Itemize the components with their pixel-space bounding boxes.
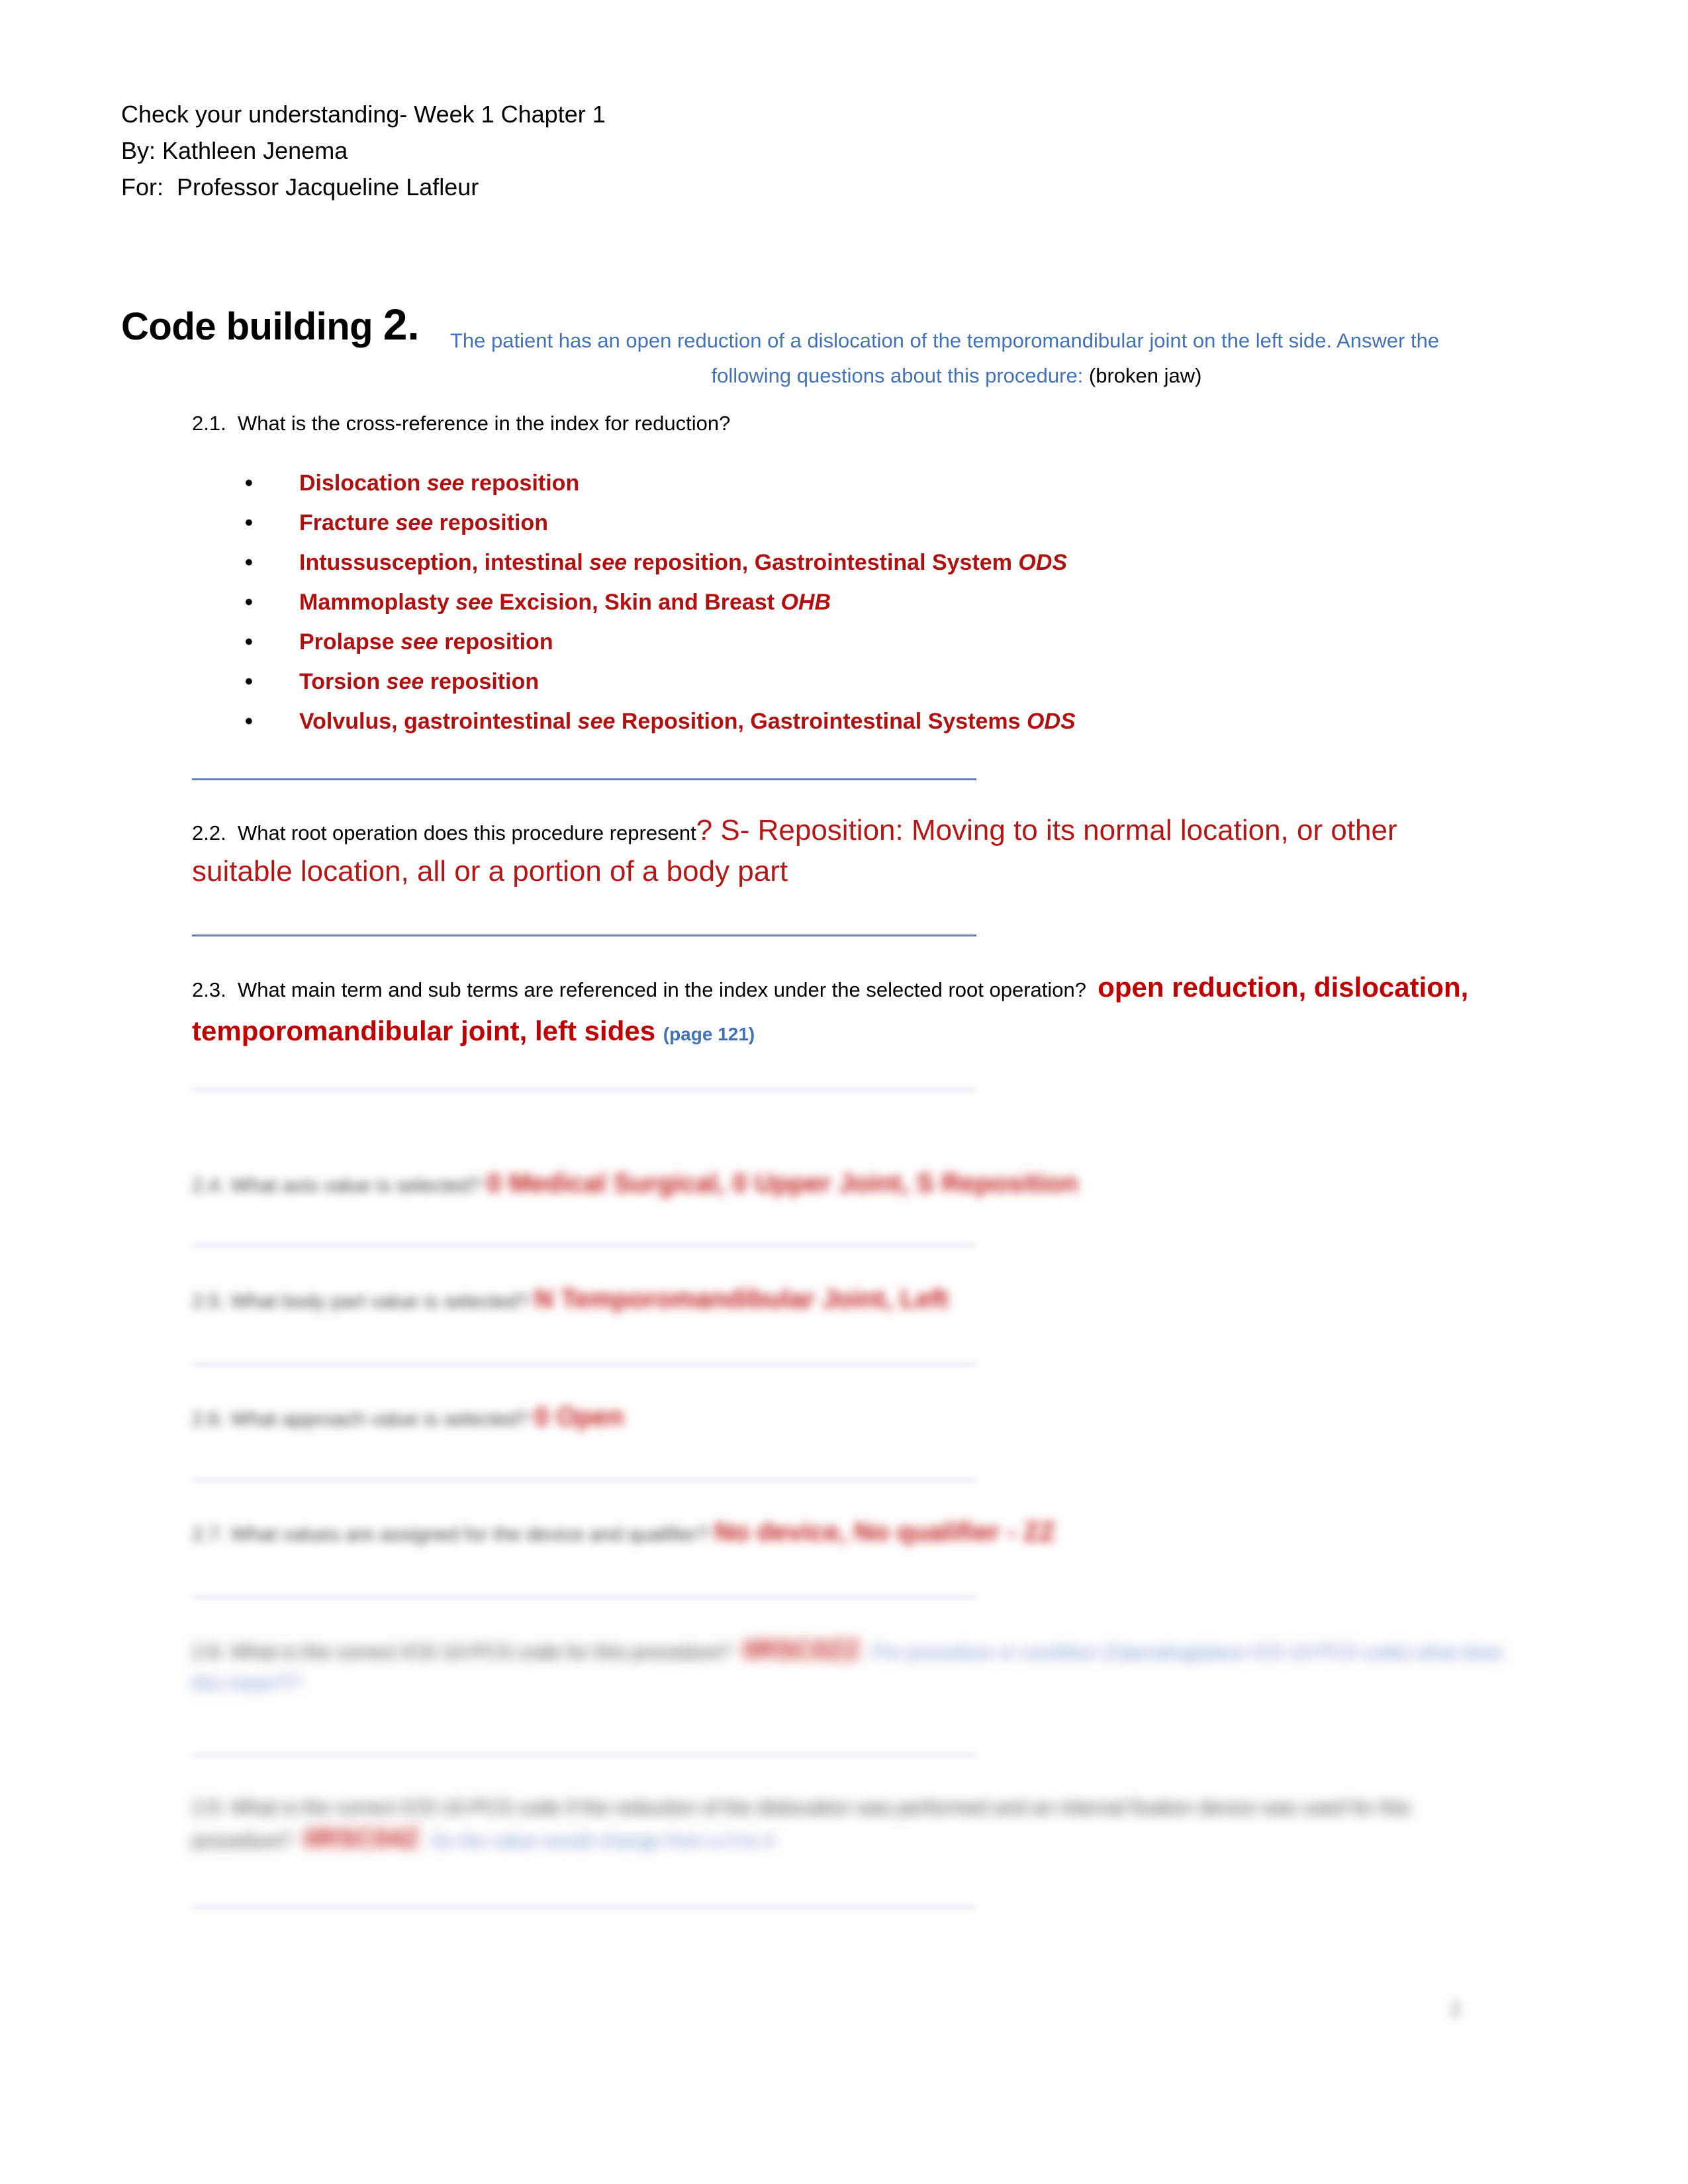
list-item-target: reposition bbox=[464, 471, 580, 496]
question-2-1: 2.1. What is the cross-reference in the … bbox=[192, 408, 1529, 439]
redacted-row: 2.8. What is the correct ICD-10-PCS code… bbox=[192, 1635, 1516, 1700]
redacted-answer: 0 Medical Surgical, 0 Upper Joint, S Rep… bbox=[487, 1169, 1078, 1198]
bullet-icon: • bbox=[245, 629, 253, 655]
list-item: • Volvulus, gastrointestinal see Repositi… bbox=[238, 702, 1496, 741]
list-item: • Torsion see reposition bbox=[238, 662, 1496, 702]
redacted-question: 2.8. What is the correct ICD-10-PCS code… bbox=[192, 1641, 732, 1663]
page-title: Code building bbox=[121, 305, 383, 348]
redacted-answer: N Temporomandibular Joint, Left bbox=[534, 1285, 949, 1314]
bullet-icon: • bbox=[245, 510, 253, 535]
header-line-title: Check your understanding- Week 1 Chapter… bbox=[121, 101, 606, 128]
document-header: Check your understanding- Week 1 Chapter… bbox=[121, 96, 1313, 205]
redacted-answer: No device, No qualifier - ZZ bbox=[714, 1518, 1056, 1547]
bullet-icon: • bbox=[245, 471, 253, 496]
list-item-target: reposition bbox=[438, 629, 553, 655]
list-item-term: Intussusception, intestinal bbox=[299, 550, 590, 575]
answer-2-3-line1: open reduction, dislocation, bbox=[1098, 972, 1469, 1003]
list-item-term: Dislocation bbox=[299, 471, 427, 496]
list-item-term: Torsion bbox=[299, 669, 387, 694]
list-item-target: reposition bbox=[424, 669, 539, 694]
list-item-see: see bbox=[400, 629, 438, 655]
question-2-3-number: 2.3. bbox=[192, 978, 226, 1001]
list-item-target: reposition bbox=[433, 510, 549, 535]
redacted-row: 2.9. What is the correct ICD-10-PCS code… bbox=[192, 1792, 1516, 1857]
page-title-number: 2. bbox=[383, 300, 420, 349]
list-item-see: see bbox=[455, 590, 493, 615]
redacted-note: So the value would change from a 0 to 4 bbox=[430, 1831, 774, 1852]
list-item-see: see bbox=[589, 550, 628, 575]
bullet-icon: • bbox=[245, 550, 253, 575]
section-divider-blurred bbox=[192, 1754, 976, 1756]
section-divider-blurred bbox=[192, 1089, 976, 1091]
redacted-row: 2.4. What axis value is selected? 0 Medi… bbox=[192, 1168, 1516, 1201]
bullet-icon: • bbox=[245, 709, 253, 734]
question-2-2-number: 2.2. bbox=[192, 821, 226, 844]
document-page: Check your understanding- Week 1 Chapter… bbox=[0, 0, 1688, 2184]
section-divider bbox=[192, 778, 976, 780]
list-item-abbr: OHB bbox=[780, 590, 831, 615]
scenario-prompt-line2-text: following questions about this procedure… bbox=[711, 364, 1089, 387]
header-line-author: By: Kathleen Jenema bbox=[121, 137, 348, 164]
list-item-term: Volvulus, gastrointestinal bbox=[299, 709, 578, 734]
redacted-question: 2.6. What approach value is selected? bbox=[192, 1408, 529, 1430]
list-item: • Intussusception, intestinal see reposit… bbox=[238, 543, 1496, 582]
section-divider-blurred bbox=[192, 1596, 976, 1598]
redacted-answer: 0RSC04Z bbox=[303, 1824, 420, 1853]
list-item-see: see bbox=[386, 669, 424, 694]
redacted-answer: 0RSC0ZZ bbox=[743, 1635, 861, 1664]
question-2-1-number: 2.1. bbox=[192, 412, 226, 435]
redacted-row: 2.5. What body part value is selected? N… bbox=[192, 1284, 1516, 1317]
redacted-question: 2.4. What axis value is selected? bbox=[192, 1175, 481, 1197]
answer-2-3-line2: temporomandibular joint, left sides bbox=[192, 1015, 656, 1046]
list-item: • Prolapse see reposition bbox=[238, 622, 1496, 662]
redacted-row: 2.6. What approach value is selected? 0 … bbox=[192, 1402, 1516, 1435]
section-divider-blurred bbox=[192, 1906, 976, 1908]
list-item-target: Reposition, Gastrointestinal Systems bbox=[615, 709, 1027, 734]
question-2-3-text: What main term and sub terms are referen… bbox=[237, 978, 1087, 1001]
bullet-icon: • bbox=[245, 590, 253, 615]
list-item-see: see bbox=[395, 510, 434, 535]
answer-2-2-line1: ? S- Reposition: Moving to its normal lo… bbox=[696, 814, 1397, 846]
section-divider-blurred bbox=[192, 1479, 976, 1481]
list-item: • Mammoplasty see Excision, Skin and Brea… bbox=[238, 582, 1496, 622]
list-item-target: reposition, Gastrointestinal System bbox=[627, 550, 1019, 575]
question-2-2-text: What root operation does this procedure … bbox=[237, 821, 696, 844]
list-item-see: see bbox=[577, 709, 616, 734]
answer-2-2-continued: suitable location, all or a portion of a… bbox=[192, 851, 1529, 892]
section-divider-blurred bbox=[192, 1244, 976, 1246]
answer-2-3-note: (page 121) bbox=[663, 1024, 755, 1044]
list-item: • Fracture see reposition bbox=[238, 503, 1496, 543]
section-divider-blurred bbox=[192, 1363, 976, 1365]
list-item-see: see bbox=[426, 471, 465, 496]
scenario-prompt-note: (broken jaw) bbox=[1088, 364, 1202, 387]
cross-reference-list: • Dislocation see reposition • Fracture se… bbox=[238, 463, 1496, 741]
question-2-3: 2.3. What main term and sub terms are re… bbox=[192, 968, 1529, 1007]
list-item-abbr: ODS bbox=[1027, 709, 1076, 734]
redacted-question: 2.5. What body part value is selected? bbox=[192, 1291, 529, 1312]
list-item-term: Prolapse bbox=[299, 629, 401, 655]
header-line-recipient: For: Professor Jacqueline Lafleur bbox=[121, 173, 479, 201]
redacted-answer: 0 Open bbox=[534, 1402, 624, 1432]
answer-2-3-continued: temporomandibular joint, left sides (pag… bbox=[192, 1011, 1529, 1051]
section-divider bbox=[192, 934, 976, 936]
redacted-question: 2.7. What values are assigned for the de… bbox=[192, 1524, 709, 1545]
list-item-target: Excision, Skin and Breast bbox=[492, 590, 781, 615]
redacted-row: 2.7. What values are assigned for the de… bbox=[192, 1517, 1516, 1550]
scenario-prompt-line2: following questions about this procedure… bbox=[450, 358, 1463, 393]
bullet-icon: • bbox=[245, 669, 253, 694]
list-item: • Dislocation see reposition bbox=[238, 463, 1496, 503]
question-2-2: 2.2. What root operation does this proce… bbox=[192, 810, 1529, 851]
answer-2-2-line2: suitable location, all or a portion of a… bbox=[192, 855, 788, 887]
page-number: 2 bbox=[1450, 1999, 1461, 2021]
scenario-prompt-line1: The patient has an open reduction of a d… bbox=[450, 329, 1440, 352]
list-item-term: Mammoplasty bbox=[299, 590, 456, 615]
scenario-prompt: The patient has an open reduction of a d… bbox=[450, 323, 1463, 393]
list-item-abbr: ODS bbox=[1018, 550, 1068, 575]
list-item-term: Fracture bbox=[299, 510, 396, 535]
question-2-1-text: What is the cross-reference in the index… bbox=[237, 412, 731, 435]
